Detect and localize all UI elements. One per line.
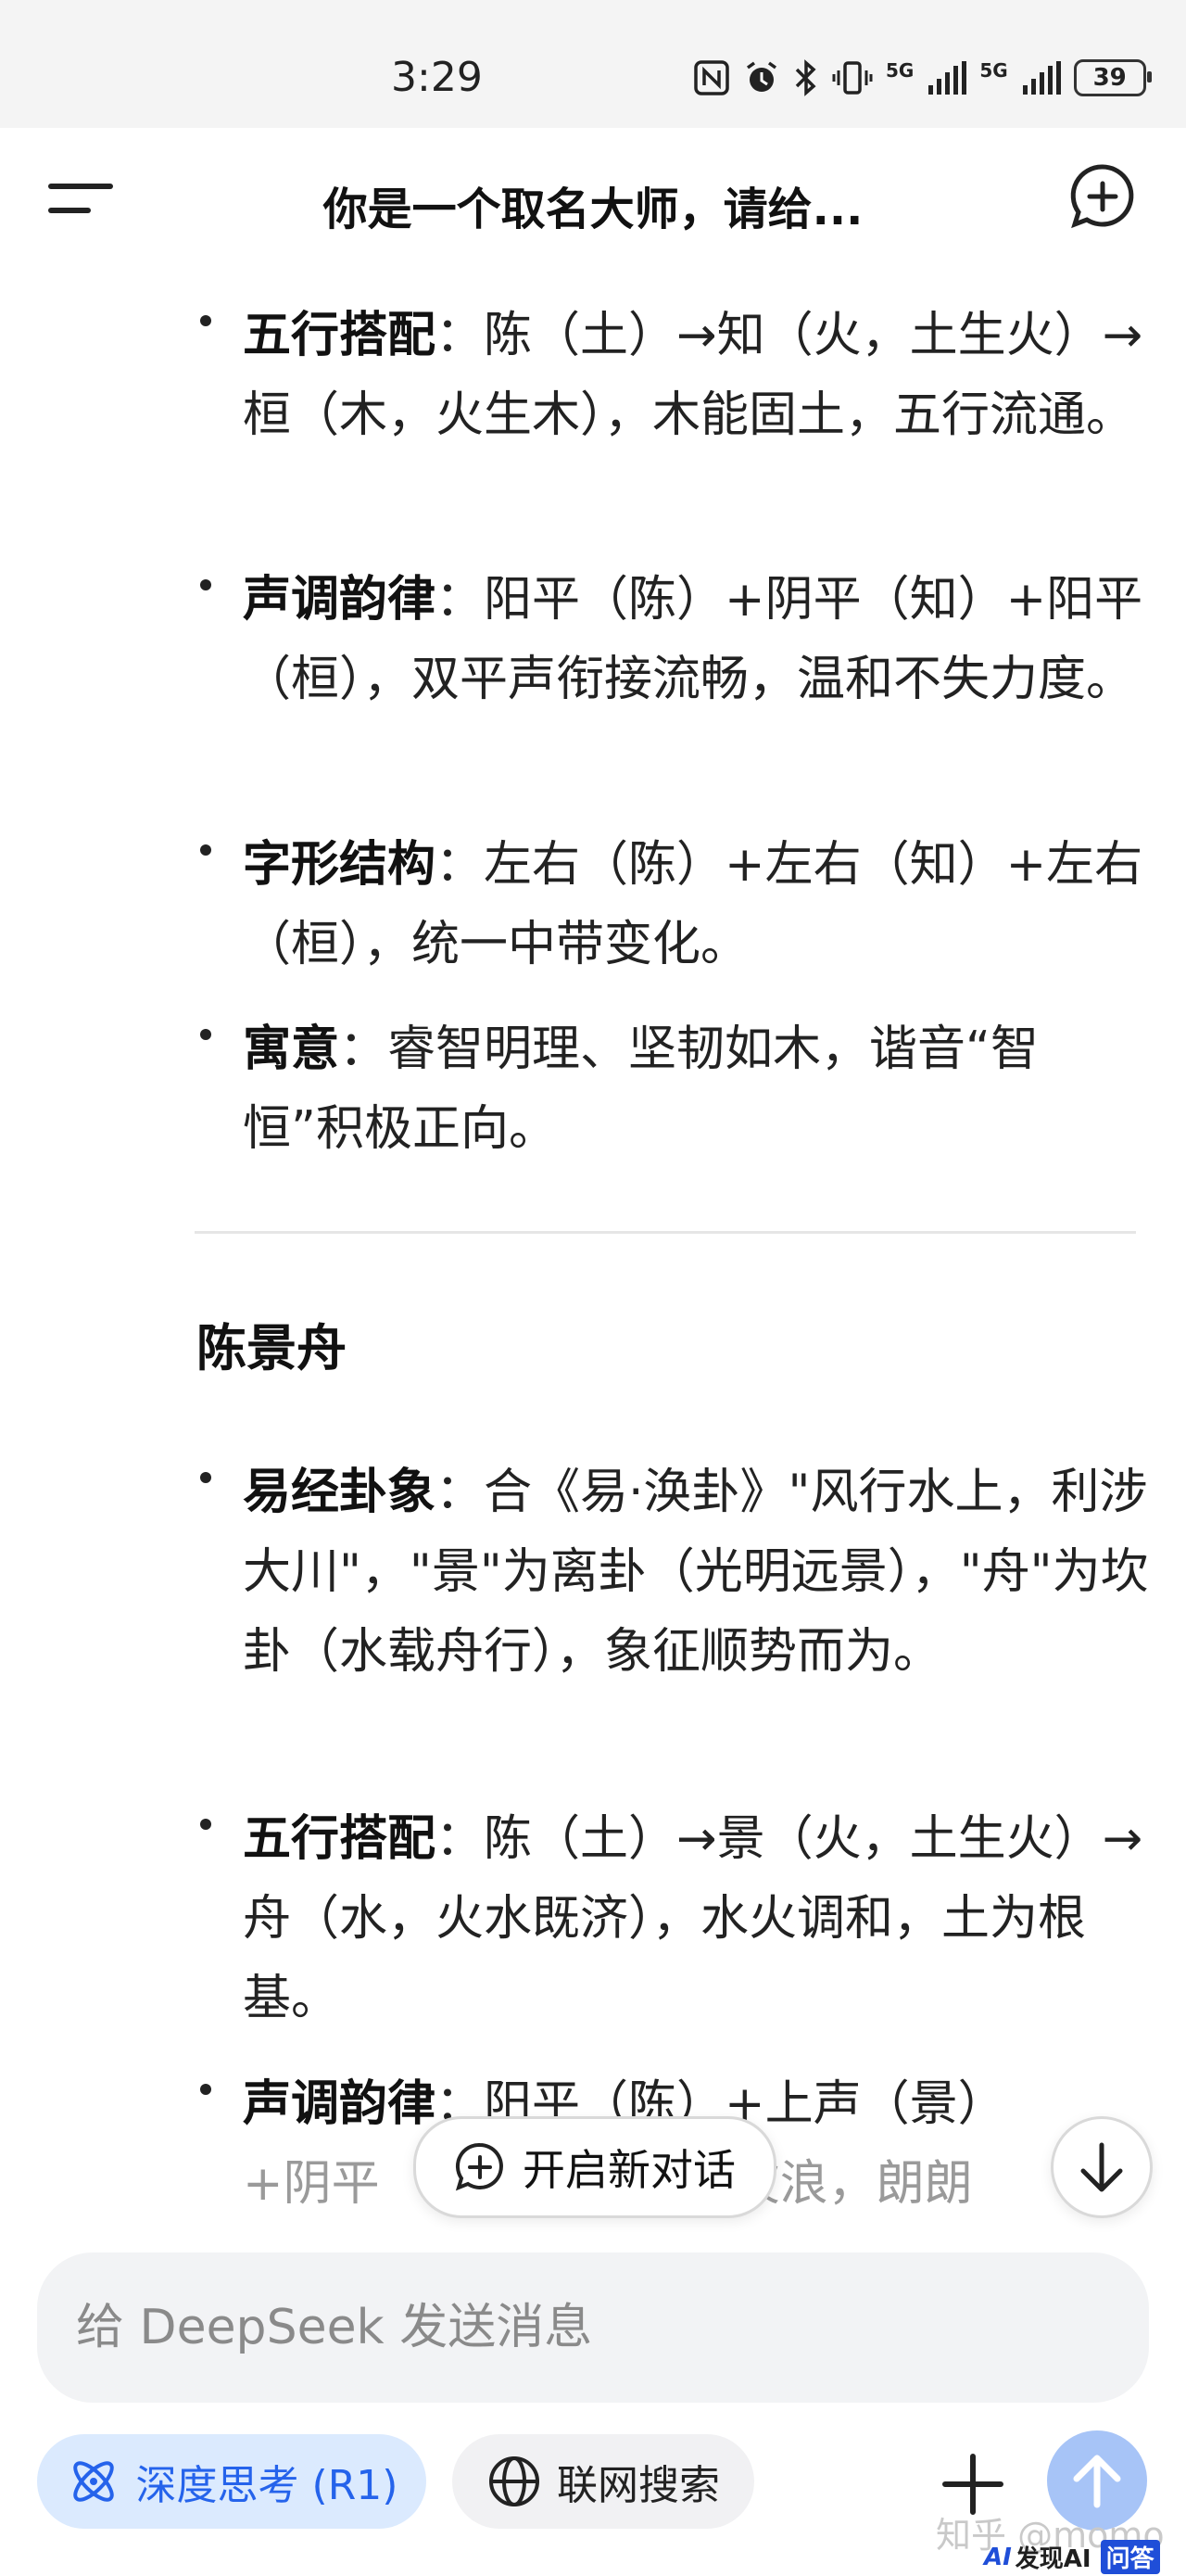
list-item: 易经卦象：合《易·涣卦》"风行水上，利涉大川"，"景"为离卦（光明远景），"舟"… <box>243 1453 1155 1692</box>
nfc-icon <box>694 60 729 95</box>
bullet <box>196 313 217 334</box>
new-chat-icon <box>455 2142 503 2191</box>
battery-indicator: 39 <box>1073 59 1152 96</box>
item-separator: ： <box>435 1811 485 1867</box>
deep-think-label: 深度思考 (R1) <box>135 2462 398 2509</box>
item-separator: ： <box>339 1022 388 1077</box>
vibrate-icon <box>832 61 873 95</box>
menu-icon[interactable] <box>48 180 113 217</box>
message-input[interactable] <box>74 2290 1097 2366</box>
message-input-box[interactable] <box>37 2252 1149 2403</box>
signal-5g-icon <box>928 61 967 95</box>
scroll-down-button[interactable] <box>1051 2116 1153 2218</box>
item-label: 声调韵律 <box>243 572 436 628</box>
item-label: 字形结构 <box>243 837 436 893</box>
arrow-down-icon <box>1080 2142 1123 2192</box>
item-separator: ： <box>435 308 485 363</box>
list-item: 寓意：睿智明理、坚韧如木，谐音“智恒”积极正向。 <box>243 1009 1155 1169</box>
bullet <box>196 1470 217 1491</box>
logo-tag: 问答 <box>1100 2540 1160 2574</box>
section-title: 陈景舟 <box>196 1319 347 1377</box>
web-search-toggle[interactable]: 联网搜索 <box>452 2434 754 2529</box>
new-dialog-label: 开启新对话 <box>523 2145 736 2195</box>
item-separator: ： <box>435 572 485 628</box>
atom-icon <box>72 2461 114 2502</box>
alarm-icon <box>746 61 777 92</box>
section-divider <box>195 1231 1136 1234</box>
network-5g-label-2: 5G <box>979 59 1008 82</box>
logo-ai-mark: AI <box>984 2543 1012 2571</box>
signal-5g-icon <box>1022 61 1061 95</box>
chat-header: 你是一个取名大师，请给... <box>0 128 1186 267</box>
status-icons: 5G 5G 39 <box>693 59 1152 96</box>
list-item: 字形结构：左右（陈）+左右（知）+左右（桓），统一中带变化。 <box>243 825 1155 984</box>
globe-icon <box>489 2456 539 2506</box>
logo-text: 发现AI <box>1015 2545 1091 2573</box>
web-search-label: 联网搜索 <box>557 2462 720 2509</box>
item-label: 易经卦象 <box>243 1465 436 1520</box>
item-label: 五行搭配 <box>243 1811 436 1867</box>
faded-prefix: +阴平 <box>243 2156 380 2212</box>
item-label: 寓意 <box>243 1022 340 1077</box>
network-5g-label-1: 5G <box>886 59 915 82</box>
bullet <box>196 577 217 598</box>
bullet <box>196 1027 217 1047</box>
list-item: 五行搭配：陈（土）→知（火，土生火）→桓（木，火生木），木能固土，五行流通。 <box>243 296 1155 455</box>
item-label: 五行搭配 <box>243 308 436 363</box>
list-item: 五行搭配：陈（土）→景（火，土生火）→舟（水，火水既济），水火调和，土为根基。 <box>243 1799 1155 2038</box>
item-separator: ： <box>435 837 485 893</box>
bullet <box>196 1817 217 1837</box>
deep-think-toggle[interactable]: 深度思考 (R1) <box>37 2434 426 2529</box>
watermark-logo: AI 发现AI 问答 <box>984 2540 1160 2574</box>
bullet <box>196 2082 217 2102</box>
item-separator: ： <box>435 1465 485 1520</box>
item-label: 声调韵律 <box>243 2076 436 2132</box>
status-bar: 3:29 5G 5G 39 <box>0 0 1186 128</box>
new-chat-icon[interactable] <box>1067 161 1138 232</box>
list-item: 声调韵律：阳平（陈）+阴平（知）+阳平（桓），双平声衔接流畅，温和不失力度。 <box>243 560 1155 719</box>
new-dialog-button[interactable]: 开启新对话 <box>413 2116 776 2218</box>
chat-title[interactable]: 你是一个取名大师，请给... <box>232 172 954 237</box>
bluetooth-icon <box>795 59 816 96</box>
bullet <box>196 843 217 863</box>
status-time: 3:29 <box>391 54 483 101</box>
